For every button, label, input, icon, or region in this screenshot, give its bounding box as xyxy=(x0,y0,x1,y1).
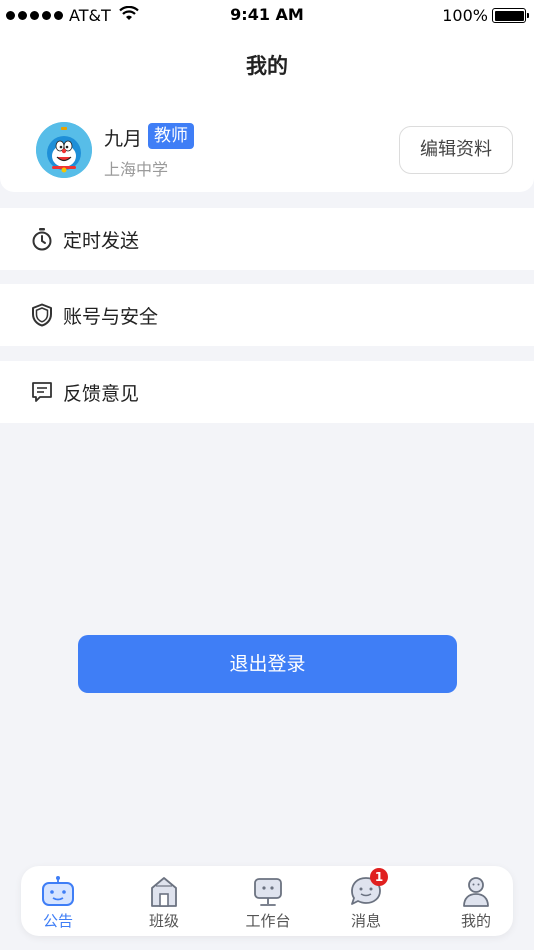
timer-icon xyxy=(30,227,54,251)
edit-profile-button[interactable]: 编辑资料 xyxy=(399,126,513,174)
menu-item-account-security[interactable]: 账号与安全 xyxy=(0,284,534,346)
profile-icon xyxy=(456,874,496,908)
feedback-icon xyxy=(30,380,54,404)
tab-messages[interactable]: 1 消息 xyxy=(326,868,406,934)
nav-header: 我的 xyxy=(0,30,534,100)
page-title: 我的 xyxy=(246,54,288,78)
tab-class[interactable]: 班级 xyxy=(124,874,204,934)
doraemon-avatar-icon xyxy=(36,122,92,178)
message-icon: 1 xyxy=(346,868,388,908)
message-badge: 1 xyxy=(370,868,388,886)
status-right: 100% xyxy=(442,6,529,25)
logout-button[interactable]: 退出登录 xyxy=(78,635,457,693)
tab-label: 公告 xyxy=(42,912,73,930)
tab-bar: 公告 班级 工作台 1 消息 我的 xyxy=(21,866,513,936)
battery-percent: 100% xyxy=(442,6,488,25)
role-badge: 教师 xyxy=(148,123,194,149)
tab-mine[interactable]: 我的 xyxy=(436,874,516,934)
profile-name: 九月 xyxy=(104,128,143,150)
class-icon xyxy=(144,874,184,908)
tab-label: 我的 xyxy=(460,912,491,930)
tab-announcement[interactable]: 公告 xyxy=(18,874,98,934)
school-name: 上海中学 xyxy=(104,160,169,179)
tab-label: 班级 xyxy=(148,912,179,930)
menu-item-feedback[interactable]: 反馈意见 xyxy=(0,361,534,423)
workbench-icon xyxy=(248,874,288,908)
menu-item-scheduled-send[interactable]: 定时发送 xyxy=(0,208,534,270)
shield-icon xyxy=(30,303,54,327)
tab-workbench[interactable]: 工作台 xyxy=(228,874,308,934)
menu-item-label: 定时发送 xyxy=(63,229,140,252)
tab-label: 消息 xyxy=(350,912,381,930)
announcement-icon xyxy=(38,874,78,908)
avatar[interactable] xyxy=(36,122,92,178)
tab-label: 工作台 xyxy=(245,912,291,930)
menu-item-label: 账号与安全 xyxy=(63,305,159,328)
menu-item-label: 反馈意见 xyxy=(63,382,140,405)
battery-icon xyxy=(492,8,529,23)
status-bar: AT&T 9:41 AM 100% xyxy=(0,0,534,30)
